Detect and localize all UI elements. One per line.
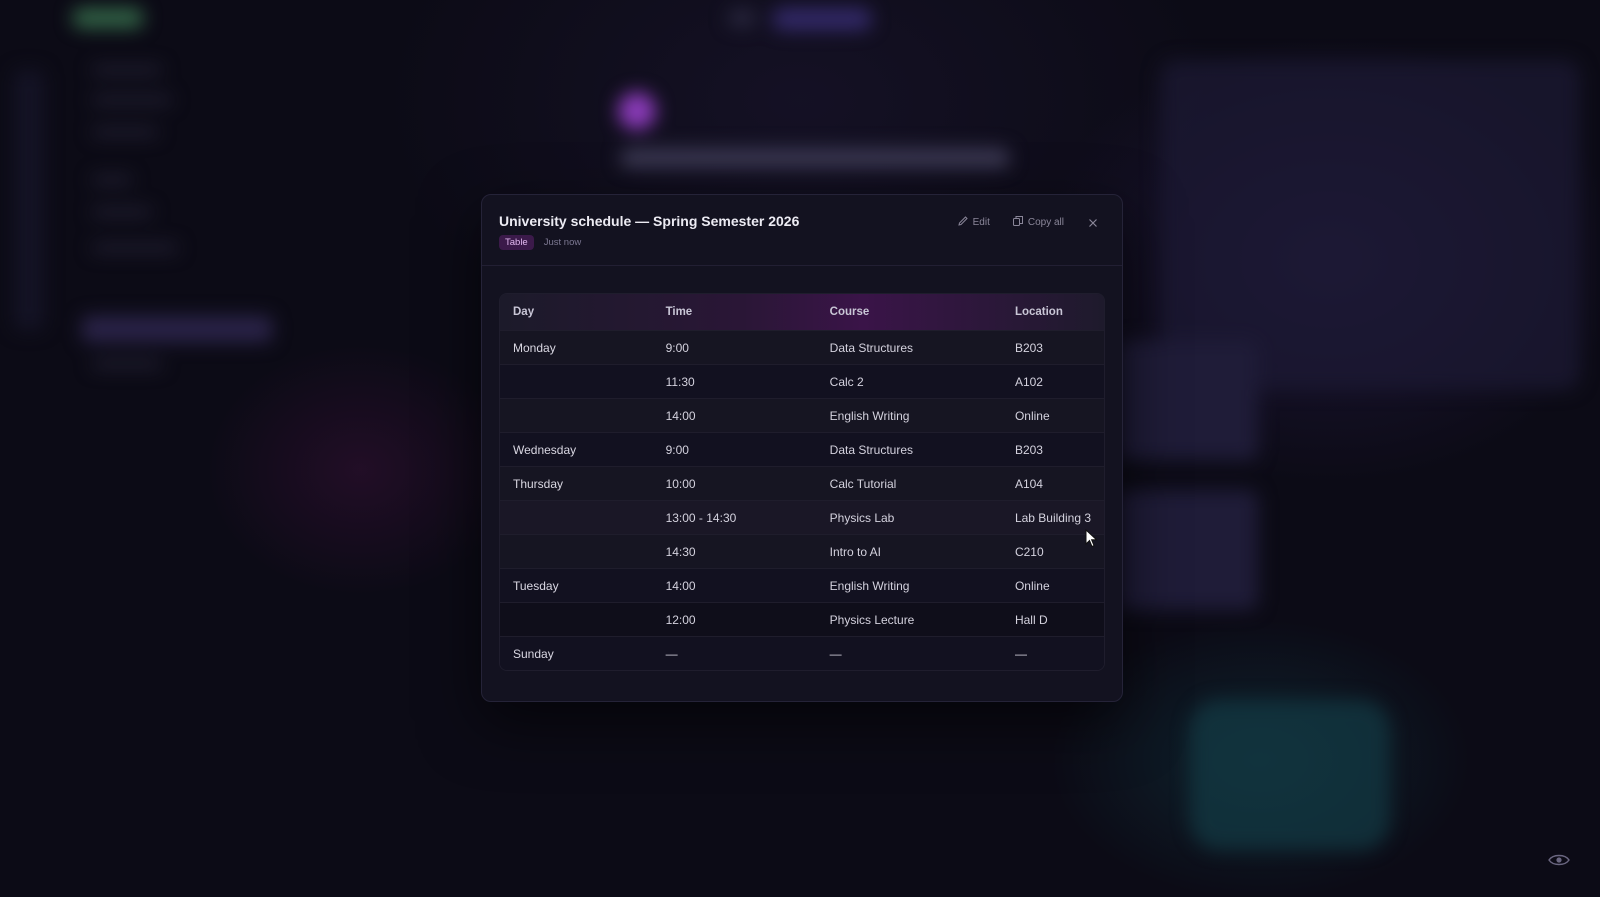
schedule-table: Day Time Course Location Monday 9:00 Dat… <box>499 293 1105 671</box>
cell-day: Tuesday <box>500 568 653 603</box>
eye-icon[interactable] <box>1548 853 1570 867</box>
modal-meta: Table Just now <box>499 235 581 250</box>
table-row: Monday 9:00 Data Structures B203 <box>500 330 1104 365</box>
mouse-cursor-icon <box>1085 528 1099 549</box>
cell-day: Sunday <box>500 636 653 670</box>
edit-button[interactable]: Edit <box>957 215 990 230</box>
table-row: 11:30 Calc 2 A102 <box>500 364 1104 399</box>
cell-location: Online <box>1001 568 1104 603</box>
cell-time: 12:00 <box>652 602 817 637</box>
column-header-time: Time <box>665 306 693 318</box>
cell-day: Monday <box>500 330 653 365</box>
type-badge: Table <box>499 235 534 250</box>
schedule-modal: University schedule — Spring Semester 20… <box>481 194 1123 702</box>
cell-course: Physics Lab <box>816 500 1002 535</box>
cell-location: Online <box>1001 398 1104 433</box>
cell-day <box>500 534 653 569</box>
cell-course: Calc 2 <box>816 364 1002 399</box>
timestamp: Just now <box>543 237 582 248</box>
cell-day: Wednesday <box>500 432 653 467</box>
cell-time: 10:00 <box>652 466 817 501</box>
avatar <box>618 92 656 130</box>
sidebar-item <box>92 244 178 252</box>
cell-day <box>500 364 653 399</box>
side-card <box>1118 340 1258 460</box>
cell-course: Data Structures <box>816 432 1002 467</box>
sidebar-item <box>92 128 158 136</box>
table-row: Tuesday 14:00 English Writing Online <box>500 568 1104 603</box>
copy-all-label: Copy all <box>1027 217 1064 228</box>
copy-icon <box>1012 215 1024 230</box>
sidebar-item <box>92 360 162 368</box>
cell-location: B203 <box>1001 330 1104 365</box>
cell-time: 11:30 <box>652 364 817 399</box>
cell-day <box>500 602 653 637</box>
cell-location: A102 <box>1001 364 1104 399</box>
cell-day <box>500 500 653 535</box>
cell-location: — <box>1001 636 1104 670</box>
sidebar-item-active <box>82 316 272 342</box>
cell-location: B203 <box>1001 432 1104 467</box>
table-row-hovered: 13:00 - 14:30 Physics Lab Lab Building 3 <box>500 500 1104 535</box>
side-card <box>1118 490 1258 610</box>
cell-course: Calc Tutorial <box>816 466 1002 501</box>
cell-course: — <box>816 636 1002 670</box>
ambient-glow <box>1190 700 1390 850</box>
table-row: 12:00 Physics Lecture Hall D <box>500 602 1104 637</box>
chat-heading <box>620 148 1010 168</box>
table-header-row: Day Time Course Location <box>500 294 1104 331</box>
cell-course: Intro to AI <box>816 534 1002 569</box>
cell-course: Data Structures <box>816 330 1002 365</box>
nav-pill <box>772 8 872 30</box>
cell-time: 13:00 - 14:30 <box>652 500 817 535</box>
sidebar-item <box>92 208 152 216</box>
cell-time: 14:00 <box>652 568 817 603</box>
sidebar-item <box>92 96 172 104</box>
table-row: 14:30 Intro to AI C210 <box>500 534 1104 569</box>
cell-time: 9:00 <box>652 330 817 365</box>
app-logo <box>72 8 144 28</box>
table-row: Thursday 10:00 Calc Tutorial A104 <box>500 466 1104 501</box>
edit-label: Edit <box>972 217 990 228</box>
icon-rail <box>14 70 44 330</box>
sidebar-item <box>92 176 132 184</box>
sidebar-item <box>92 66 162 74</box>
cell-time: — <box>652 636 817 670</box>
table-row: Wednesday 9:00 Data Structures B203 <box>500 432 1104 467</box>
table-row: 14:00 English Writing Online <box>500 398 1104 433</box>
close-icon[interactable] <box>1086 216 1100 230</box>
column-header-day: Day <box>513 306 535 318</box>
nav-item <box>728 10 756 26</box>
table-row: Sunday — — — <box>500 636 1104 670</box>
cell-day: Thursday <box>500 466 653 501</box>
cell-location: A104 <box>1001 466 1104 501</box>
cell-course: English Writing <box>816 398 1002 433</box>
cell-course: Physics Lecture <box>816 602 1002 637</box>
cell-day <box>500 398 653 433</box>
cell-time: 14:30 <box>652 534 817 569</box>
cell-time: 9:00 <box>652 432 817 467</box>
cell-course: English Writing <box>816 568 1002 603</box>
column-header-location: Location <box>1014 306 1063 318</box>
pencil-icon <box>957 215 969 230</box>
modal-header: University schedule — Spring Semester 20… <box>482 195 1122 266</box>
modal-actions: Edit Copy all <box>957 215 1100 230</box>
copy-all-button[interactable]: Copy all <box>1012 215 1064 230</box>
modal-title: University schedule — Spring Semester 20… <box>499 213 800 229</box>
cell-time: 14:00 <box>652 398 817 433</box>
cell-location: Hall D <box>1001 602 1104 637</box>
column-header-course: Course <box>829 306 870 318</box>
